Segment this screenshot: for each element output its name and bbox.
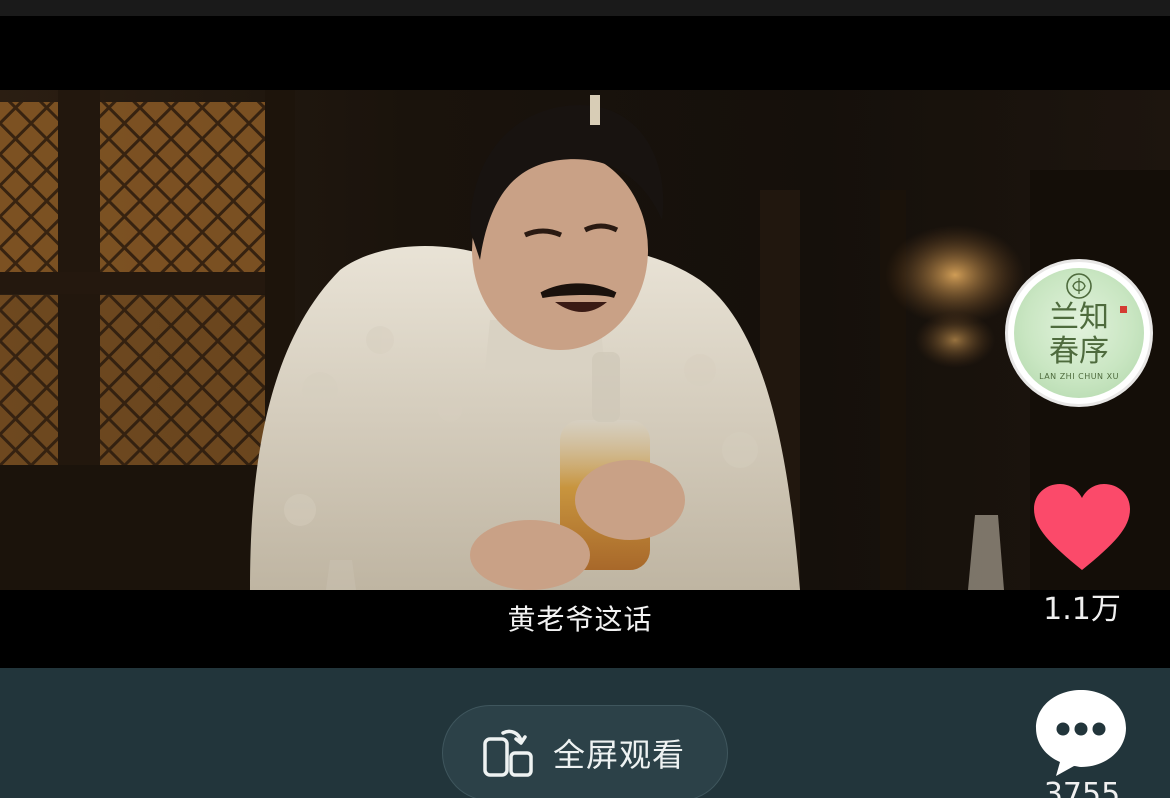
speech-bubble-icon[interactable] <box>1032 686 1130 778</box>
logo-pinyin: LAN ZHI CHUN XU <box>1039 372 1119 381</box>
logo-text-line1: 兰知 <box>1049 300 1109 335</box>
rotate-phone-icon <box>483 729 533 777</box>
logo-text-line2: 春序 <box>1049 334 1109 369</box>
comment-count: 3755 <box>1043 777 1121 798</box>
logo-seal-mark <box>1120 306 1127 313</box>
status-strip <box>0 0 1170 16</box>
orchid-logo-icon <box>1066 273 1092 299</box>
video-player[interactable] <box>0 90 1170 590</box>
fullscreen-button[interactable]: 全屏观看 <box>442 705 728 798</box>
author-avatar[interactable]: 兰知 春序 LAN ZHI CHUN XU <box>1008 262 1150 404</box>
heart-icon[interactable] <box>1030 482 1134 574</box>
video-frame-image <box>0 90 1170 590</box>
like-count: 1.1万 <box>1043 592 1121 627</box>
fullscreen-label: 全屏观看 <box>553 736 686 774</box>
video-subtitle: 黄老爷这话 <box>0 598 1170 638</box>
subtitle-text: 黄老爷这话 <box>507 603 653 636</box>
short-video-screen: 黄老爷这话 全屏观看 兰知 春序 LAN ZHI CHUN XU 1.1万 37… <box>0 0 1170 798</box>
